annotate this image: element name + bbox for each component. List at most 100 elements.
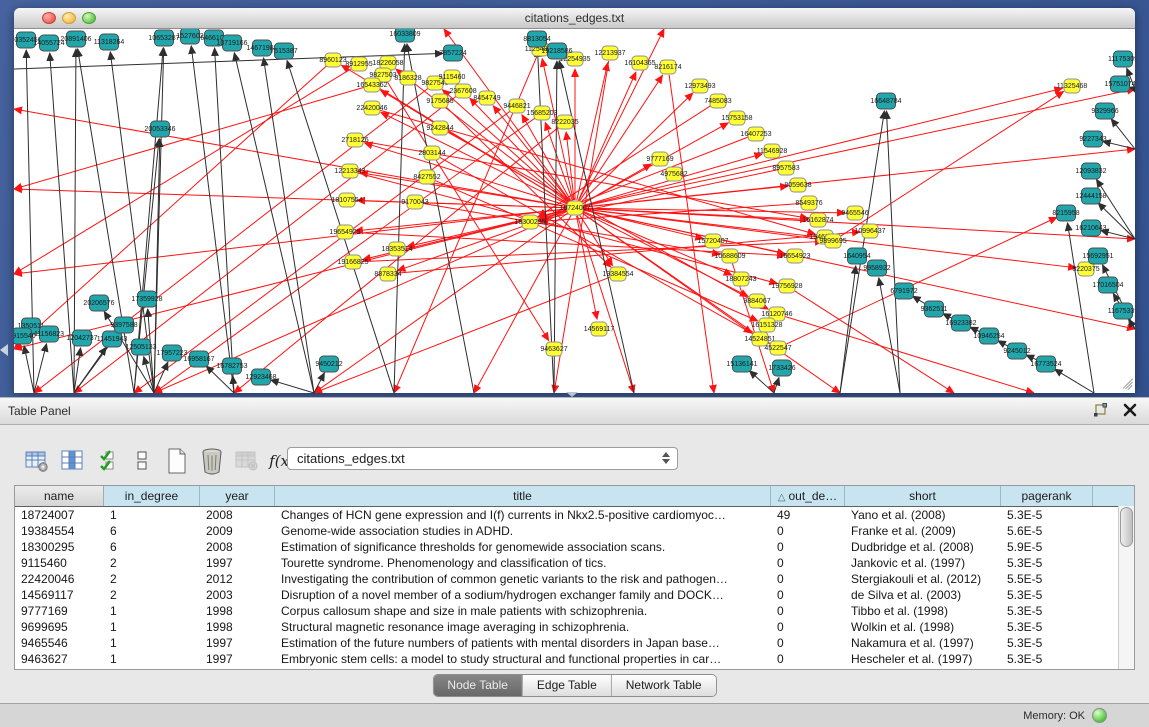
graph-node[interactable]: 16782753 [216,358,247,374]
graph-node[interactable]: 12213937 [594,46,625,60]
graph-node[interactable]: 9227343 [1079,131,1106,147]
graph-node[interactable]: 9329966 [1091,103,1118,119]
table-row[interactable]: 2242004622012Investigating the contribut… [15,571,1134,587]
table-row[interactable]: 946362711997Embryonic stem cells: a mode… [15,651,1134,667]
graph-node[interactable]: 12093832 [1075,163,1106,179]
graph-node[interactable]: 9463627 [540,342,567,356]
graph-node[interactable]: 12042737 [66,330,97,346]
graph-node[interactable]: 16162874 [802,213,833,227]
new-table-icon[interactable] [164,447,190,475]
graph-node[interactable]: 17359928 [131,291,162,307]
float-window-icon[interactable] [1091,402,1109,420]
graph-node[interactable]: 8216174 [654,60,681,74]
network-canvas[interactable]: 1872400789601238912955182260589827503165… [14,29,1135,393]
graph-node[interactable]: 15753158 [721,111,752,125]
graph-node[interactable]: 19384554 [602,267,633,281]
column-header-short[interactable]: short [845,486,1001,506]
graph-node[interactable]: 8957583 [772,161,799,175]
graph-node[interactable]: 7485083 [704,94,731,108]
column-header-year[interactable]: year [200,486,275,506]
graph-node[interactable]: 19756928 [771,279,802,293]
column-header-pagerank[interactable]: pagerank [1001,486,1093,506]
table-row[interactable]: 1456911722003Disruption of a novel membe… [15,587,1134,603]
graph-node[interactable]: 16773524 [1030,356,1061,372]
graph-node[interactable]: 16648784 [870,93,901,109]
destroy-table-icon[interactable] [234,447,260,475]
select-rows-icon[interactable] [94,447,120,475]
table-row[interactable]: 1872400712008Changes of HCN gene express… [15,507,1134,523]
graph-node[interactable]: 10653287 [148,30,179,46]
graph-node[interactable]: 17016504 [1092,277,1123,293]
row-height-icon[interactable] [129,447,155,475]
graph-node[interactable]: 20053346 [144,121,175,137]
graph-node[interactable]: 7857224 [439,45,466,61]
scrollbar-thumb[interactable] [1120,507,1133,547]
graph-node[interactable]: 16210643 [1075,220,1106,236]
cell-out_de: 49 [771,507,845,523]
graph-node[interactable]: 8549376 [795,196,822,210]
window-resize-grip[interactable] [1119,377,1133,391]
graph-node[interactable]: 7515387 [270,43,297,59]
graph-node[interactable]: 15136141 [726,356,757,372]
column-header-out_de[interactable]: △out_de… [771,486,845,506]
graph-node[interactable]: 12444158 [1075,188,1106,204]
table-selector-dropdown[interactable]: citations_edges.txt [287,447,678,470]
select-column-icon[interactable] [59,447,85,475]
tab-node-table[interactable]: Node Table [433,675,522,696]
graph-node[interactable]: 16654923 [779,249,810,263]
graph-node[interactable]: 9245012 [1003,343,1030,359]
graph-node[interactable]: 8186328 [394,71,421,85]
graph-node[interactable]: 11175309 [1108,51,1135,67]
table-row[interactable]: 969969511998Structural magnetic resonanc… [15,619,1134,635]
table-row[interactable]: 1830029562008Estimation of significance … [15,539,1134,555]
graph-node[interactable]: 9958922 [863,260,890,276]
vertical-scrollbar[interactable] [1118,506,1134,669]
window-titlebar[interactable]: citations_edges.txt [14,8,1135,29]
graph-node[interactable]: 9777169 [646,152,673,166]
graph-node[interactable]: 16033809 [389,29,420,42]
graph-node[interactable]: 10996437 [854,224,885,238]
column-header-name[interactable]: name [15,486,104,506]
graph-node[interactable]: 11318264 [94,34,125,50]
graph-node[interactable]: 11675339 [1108,303,1135,319]
graph-node[interactable]: 8454749 [473,91,500,105]
column-header-title[interactable]: title [275,486,771,506]
graph-node[interactable]: 9465546 [841,206,868,220]
graph-node[interactable]: 12505133 [125,339,156,355]
graph-node[interactable]: 18107554 [331,193,362,207]
graph-node[interactable]: 8960123 [319,53,346,67]
graph-node[interactable]: 20891406 [60,31,91,47]
graph-node[interactable]: 16104365 [624,56,655,70]
graph-node[interactable]: 10688609 [714,249,745,263]
table-row[interactable]: 911546021997Tourette syndrome. Phenomeno… [15,555,1134,571]
close-icon[interactable] [1121,402,1139,420]
graph-node[interactable]: 14569117 [584,322,615,336]
table-row[interactable]: 1938455462009Genome-wide association stu… [15,523,1134,539]
graph-node[interactable]: 2718126 [341,133,368,147]
graph-node[interactable]: 6791972 [890,283,917,299]
tab-network-table[interactable]: Network Table [611,675,716,696]
graph-node[interactable]: 16407253 [740,127,771,141]
graph-node[interactable]: 8813054 [523,31,550,47]
graph-node[interactable]: 12923468 [245,369,276,385]
graph-node[interactable]: 1733426 [768,360,795,376]
graph-node[interactable]: 11325468 [1057,79,1088,93]
graph-node[interactable]: 16958167 [183,351,214,367]
graph-node[interactable]: 9450212 [315,356,342,372]
tab-edge-table[interactable]: Edge Table [522,675,611,696]
graph-node[interactable]: 12973493 [684,79,715,93]
graph-node[interactable]: 9397588 [110,317,137,333]
table-settings-icon[interactable] [24,447,50,475]
graph-node[interactable]: 11546928 [757,144,788,158]
table-row[interactable]: 946554611997Estimation of the future num… [15,635,1134,651]
column-header-in_degree[interactable]: in_degree [104,486,200,506]
graph-node[interactable]: 8059638 [784,178,811,192]
table-row[interactable]: 977716911998Corpus callosum shape and si… [15,603,1134,619]
graph-node[interactable]: 9362511 [921,301,948,317]
graph-node[interactable]: 1640954 [843,248,870,264]
graph-node[interactable]: 8912955 [345,57,372,71]
graph-node[interactable]: 20206576 [83,295,114,311]
collapse-arrow-icon[interactable] [0,344,8,356]
delete-table-icon[interactable] [199,447,225,475]
graph-node[interactable]: 8215958 [1052,205,1079,221]
